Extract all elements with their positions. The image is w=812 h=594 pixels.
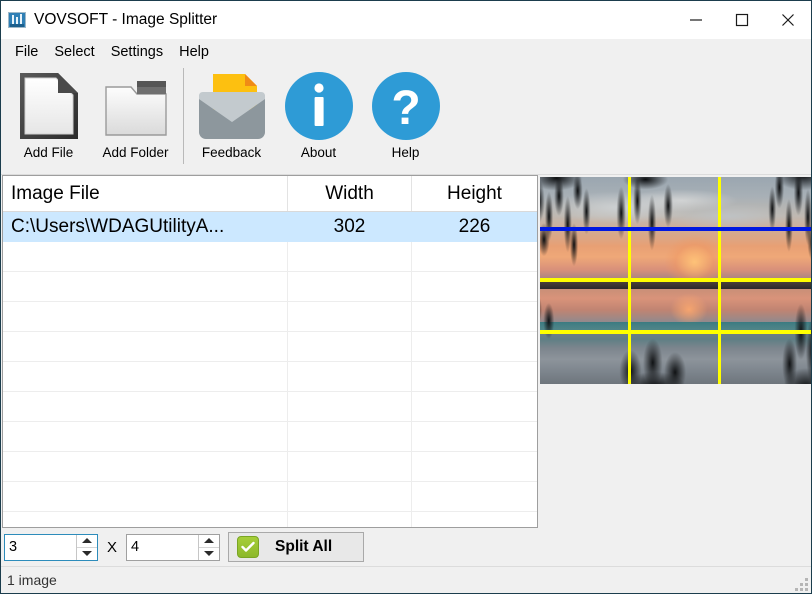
grid-line-horizontal — [540, 330, 811, 334]
status-text: 1 image — [7, 572, 57, 588]
envelope-mail-icon — [195, 68, 269, 144]
bottom-toolbar: X Split All — [1, 528, 811, 566]
minimize-button[interactable] — [673, 1, 719, 39]
chevron-down-icon — [204, 551, 215, 556]
add-folder-button[interactable]: Add Folder — [92, 64, 179, 168]
document-page-icon — [14, 68, 84, 144]
columns-input[interactable] — [5, 534, 76, 560]
grid-line-horizontal — [540, 227, 811, 231]
chevron-down-icon — [82, 551, 92, 556]
columns-stepper-buttons — [76, 534, 97, 560]
columns-decrement-button[interactable] — [77, 547, 97, 560]
maximize-button[interactable] — [719, 1, 765, 39]
menu-settings[interactable]: Settings — [103, 41, 171, 63]
column-header-height[interactable]: Height — [411, 176, 537, 211]
toolbar-separator — [183, 68, 184, 164]
feedback-label: Feedback — [201, 145, 262, 160]
table-row[interactable]: C:\Users\WDAGUtilityA... 302 226 — [3, 212, 537, 242]
menu-bar: File Select Settings Help — [1, 39, 811, 64]
folder-icon — [101, 68, 171, 144]
cell-width: 302 — [287, 212, 411, 241]
window-controls — [673, 1, 811, 39]
help-label: Help — [391, 145, 420, 160]
add-file-label: Add File — [23, 145, 74, 160]
image-splitter-icon — [8, 12, 26, 28]
columns-stepper[interactable] — [4, 533, 98, 561]
svg-text:?: ? — [391, 82, 420, 135]
split-all-label: Split All — [275, 538, 333, 555]
shrub-right — [740, 288, 811, 384]
preview-panel — [538, 175, 811, 528]
window-title: VOVSOFT - Image Splitter — [34, 11, 218, 28]
table-row-empty[interactable] — [3, 272, 537, 302]
feedback-button[interactable]: Feedback — [188, 64, 275, 168]
table-row-empty[interactable] — [3, 362, 537, 392]
rows-decrement-button[interactable] — [199, 547, 220, 560]
menu-file[interactable]: File — [7, 41, 46, 63]
info-circle-icon — [282, 68, 356, 144]
rows-increment-button[interactable] — [199, 534, 220, 548]
rows-stepper[interactable] — [126, 533, 221, 561]
file-list-header: Image File Width Height — [3, 176, 537, 212]
toolbar: Add File Add Folder Feedback About ? Hel… — [1, 64, 811, 175]
menu-help[interactable]: Help — [171, 41, 217, 63]
dimension-separator: X — [107, 538, 118, 556]
close-button[interactable] — [765, 1, 811, 39]
file-list-body: C:\Users\WDAGUtilityA... 302 226 — [3, 212, 537, 527]
help-button[interactable]: ? Help — [362, 64, 449, 168]
table-row-empty[interactable] — [3, 452, 537, 482]
column-header-width[interactable]: Width — [287, 176, 411, 211]
split-all-button[interactable]: Split All — [228, 532, 365, 562]
green-check-icon — [237, 536, 260, 558]
main-content: Image File Width Height C:\Users\WDAGUti… — [1, 175, 811, 528]
title-bar: VOVSOFT - Image Splitter — [1, 1, 811, 39]
table-row-empty[interactable] — [3, 392, 537, 422]
about-button[interactable]: About — [275, 64, 362, 168]
about-label: About — [300, 145, 337, 160]
status-bar: 1 image — [1, 566, 811, 593]
table-row-empty[interactable] — [3, 512, 537, 527]
columns-increment-button[interactable] — [77, 534, 97, 548]
column-header-image-file[interactable]: Image File — [3, 176, 287, 211]
table-row-empty[interactable] — [3, 332, 537, 362]
chevron-up-icon — [204, 538, 215, 543]
rows-input[interactable] — [127, 534, 199, 560]
shrub-left — [540, 284, 584, 347]
cell-height: 226 — [411, 212, 537, 241]
table-row-empty[interactable] — [3, 482, 537, 512]
image-preview[interactable] — [540, 177, 811, 384]
table-row-empty[interactable] — [3, 422, 537, 452]
file-list[interactable]: Image File Width Height C:\Users\WDAGUti… — [2, 175, 538, 528]
chevron-up-icon — [82, 538, 92, 543]
resize-grip[interactable] — [795, 578, 808, 591]
menu-select[interactable]: Select — [46, 41, 102, 63]
cell-image-file: C:\Users\WDAGUtilityA... — [11, 215, 225, 237]
app-window: VOVSOFT - Image Splitter File Select Set… — [0, 0, 812, 594]
table-row-empty[interactable] — [3, 242, 537, 272]
grid-line-horizontal — [540, 278, 811, 282]
table-row-empty[interactable] — [3, 302, 537, 332]
rows-stepper-buttons — [198, 534, 220, 560]
add-folder-label: Add Folder — [102, 145, 169, 160]
question-mark-circle-icon: ? — [369, 68, 443, 144]
add-file-button[interactable]: Add File — [5, 64, 92, 168]
